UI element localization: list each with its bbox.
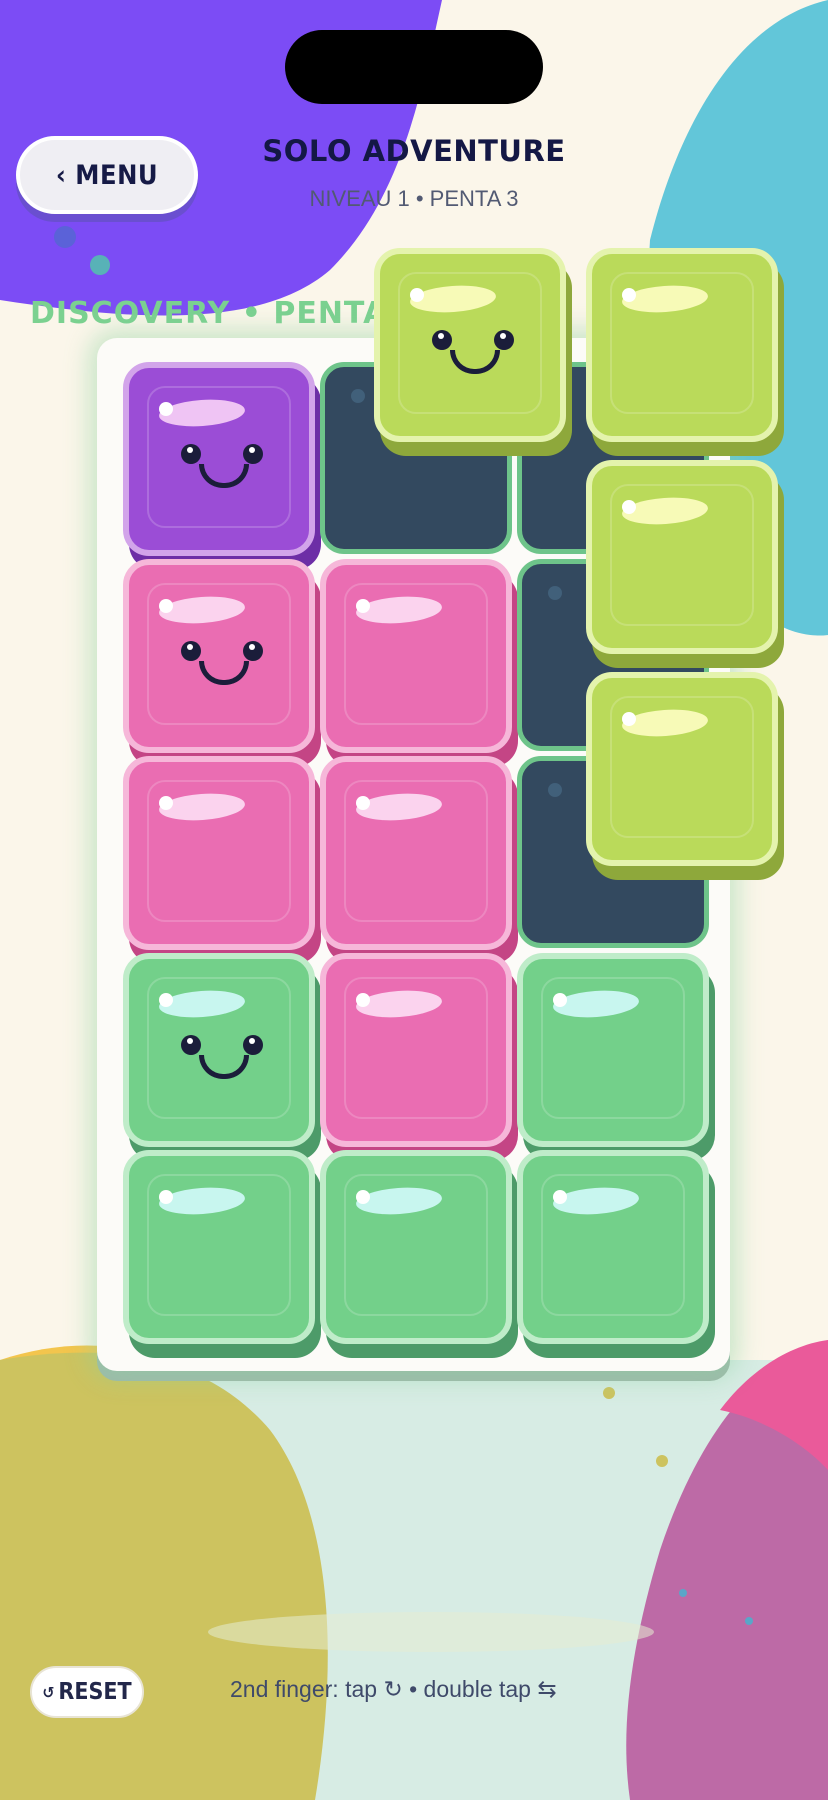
block-shine-dot <box>356 993 370 1007</box>
block-face <box>517 1150 709 1344</box>
reset-icon: ↺ <box>42 1682 55 1702</box>
active-block-lime[interactable] <box>586 248 784 456</box>
block-face <box>123 756 315 950</box>
controls-hint: 2nd finger: tap ↻ • double tap ⇆ <box>230 1676 557 1702</box>
placed-block-pink <box>123 756 321 964</box>
block-shine-dot <box>159 993 173 1007</box>
slot-marker <box>548 783 562 797</box>
eye-right <box>243 641 263 661</box>
block-shine-dot <box>410 288 424 302</box>
block-shine-dot <box>622 500 636 514</box>
block-shine-dot <box>159 1190 173 1204</box>
placed-block-pink <box>123 559 321 767</box>
device-notch <box>285 30 543 104</box>
block-face <box>517 953 709 1147</box>
active-block-lime[interactable] <box>586 672 784 880</box>
block-shine-dot <box>622 712 636 726</box>
ground-shadow <box>208 1612 654 1652</box>
eye-left <box>432 330 452 350</box>
mode-label: DISCOVERY • PENTA <box>30 296 388 331</box>
block-face <box>123 1150 315 1344</box>
block-face <box>586 460 778 654</box>
menu-button[interactable]: ‹ MENU <box>16 136 198 214</box>
block-shine-dot <box>553 1190 567 1204</box>
block-shine-dot <box>356 796 370 810</box>
decorative-dot <box>54 226 76 248</box>
placed-block-pink <box>320 756 518 964</box>
placed-block-pink <box>320 559 518 767</box>
block-face <box>320 1150 512 1344</box>
slot-marker <box>351 389 365 403</box>
block-face <box>320 953 512 1147</box>
block-shine-dot <box>159 402 173 416</box>
block-face <box>123 953 315 1147</box>
placed-block-green <box>320 1150 518 1358</box>
block-face <box>320 756 512 950</box>
block-shine-dot <box>622 288 636 302</box>
block-shine-dot <box>356 1190 370 1204</box>
placed-block-pink <box>320 953 518 1161</box>
eye-right <box>243 444 263 464</box>
slot-marker <box>548 586 562 600</box>
block-face <box>123 559 315 753</box>
block-shine-dot <box>553 993 567 1007</box>
eye-left <box>181 1035 201 1055</box>
block-face <box>320 559 512 753</box>
active-block-lime[interactable] <box>586 460 784 668</box>
block-face <box>586 672 778 866</box>
placed-block-green <box>123 953 321 1161</box>
active-block-lime[interactable] <box>374 248 572 456</box>
block-face <box>374 248 566 442</box>
block-shine-dot <box>356 599 370 613</box>
placed-block-green <box>517 1150 715 1358</box>
reset-button[interactable]: ↺ RESET <box>30 1666 144 1718</box>
reset-label: RESET <box>58 1679 132 1705</box>
eye-left <box>181 641 201 661</box>
placed-block-green <box>517 953 715 1161</box>
page-title: SOLO ADVENTURE <box>262 134 566 168</box>
level-subtitle: NIVEAU 1 • PENTA 3 <box>309 186 519 211</box>
block-shine-dot <box>159 599 173 613</box>
block-face <box>586 248 778 442</box>
placed-block-purple <box>123 362 321 570</box>
eye-right <box>494 330 514 350</box>
placed-block-green <box>123 1150 321 1358</box>
block-shine-dot <box>159 796 173 810</box>
eye-left <box>181 444 201 464</box>
eye-right <box>243 1035 263 1055</box>
decorative-dot <box>90 255 110 275</box>
block-face <box>123 362 315 556</box>
